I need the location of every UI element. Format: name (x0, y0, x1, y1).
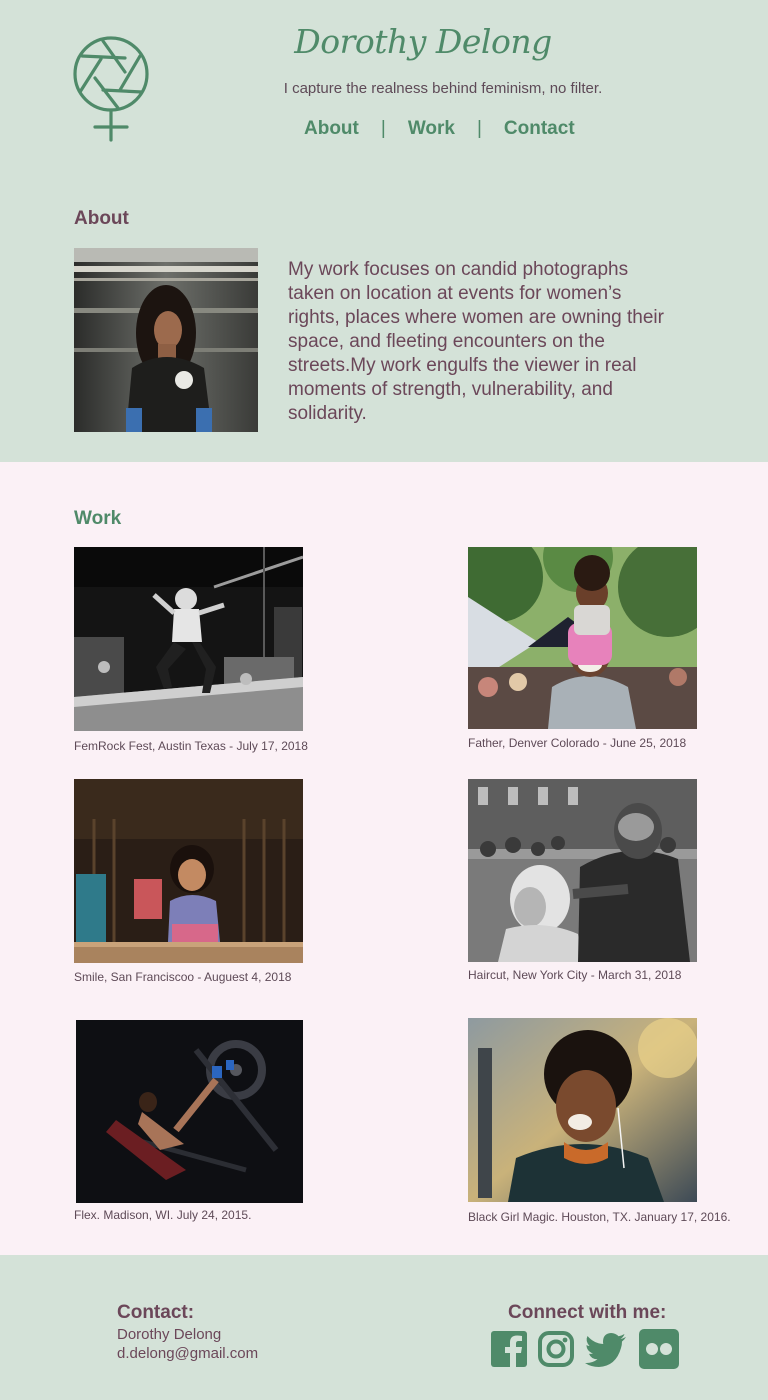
about-description: My work focuses on candid photographs ta… (288, 259, 664, 424)
photo-caption: Smile, San Franciscoo - Auguest 4, 2018 (74, 970, 292, 984)
header: Dorothy Delong I capture the realness be… (0, 0, 768, 462)
nav-separator: | (380, 118, 386, 139)
main-nav: About | Work | Contact (304, 118, 575, 140)
photo-caption: Flex. Madison, WI. July 24, 2015. (74, 1208, 252, 1222)
work-section: Work FemRock Fest, Austin Texas - July 1… (0, 462, 768, 1255)
black-girl-magic-photo[interactable] (468, 1018, 697, 1202)
connect-heading: Connect with me: (508, 1302, 667, 1323)
twitter-icon[interactable] (584, 1328, 626, 1370)
photo-caption: Black Girl Magic. Houston, TX. January 1… (468, 1210, 731, 1224)
father-photo[interactable] (468, 547, 697, 729)
site-title: Dorothy Delong (294, 22, 552, 61)
nav-work-link[interactable]: Work (408, 118, 455, 140)
haircut-photo[interactable] (468, 779, 697, 962)
contact-name: Dorothy Delong (117, 1326, 222, 1343)
flickr-icon[interactable] (638, 1328, 680, 1370)
footer: Contact: Dorothy Delong d.delong@gmail.c… (0, 1255, 768, 1400)
photo-caption: FemRock Fest, Austin Texas - July 17, 20… (74, 739, 308, 753)
flex-photo[interactable] (76, 1020, 303, 1203)
photo-caption: Father, Denver Colorado - June 25, 2018 (468, 736, 687, 750)
site-tagline: I capture the realness behind feminism, … (283, 80, 603, 97)
facebook-icon[interactable] (490, 1328, 532, 1370)
instagram-icon[interactable] (537, 1328, 579, 1370)
nav-contact-link[interactable]: Contact (504, 118, 575, 140)
smile-photo[interactable] (74, 779, 303, 963)
nav-about-link[interactable]: About (304, 118, 359, 140)
contact-heading: Contact: (117, 1302, 195, 1323)
photo-caption: Haircut, New York City - March 31, 2018 (468, 968, 682, 982)
about-portrait-photo (74, 248, 258, 432)
nav-separator: | (476, 118, 482, 139)
about-heading: About (74, 208, 129, 229)
contact-email-link[interactable]: d.delong@gmail.com (117, 1345, 258, 1362)
work-heading: Work (74, 508, 122, 529)
femrock-fest-photo[interactable] (74, 547, 303, 731)
